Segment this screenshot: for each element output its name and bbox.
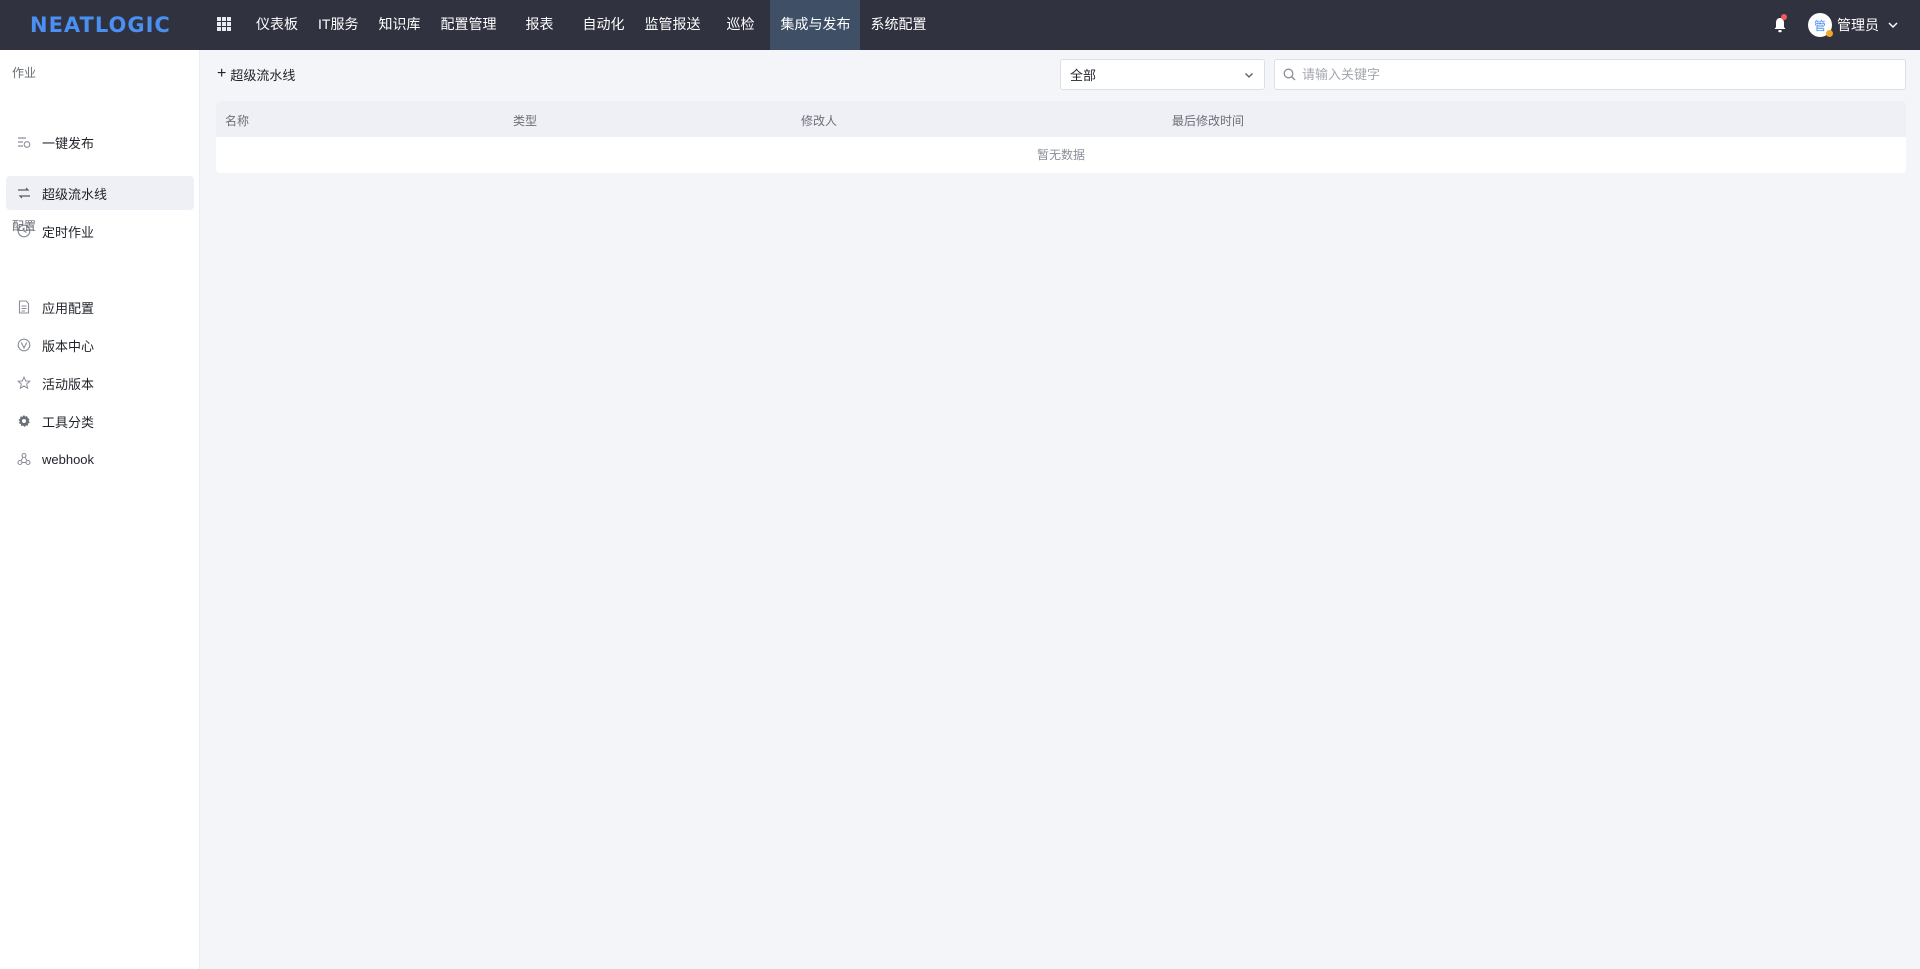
pipeline-table: 名称 类型 修改人 最后修改时间 暂无数据 [216, 101, 1906, 173]
add-super-pipeline-button[interactable]: + 超级流水线 [217, 64, 295, 84]
sidebar-item-label: 活动版本 [42, 376, 95, 392]
search-icon [1283, 68, 1296, 81]
column-header-last-modified: 最后修改时间 [1172, 114, 1245, 128]
user-name: 管理员 [1837, 17, 1879, 33]
sidebar-item-super-pipeline[interactable]: 超级流水线 [6, 176, 194, 210]
nav-item-knowledge[interactable]: 知识库 [368, 0, 430, 50]
nav-item-it-service[interactable]: IT服务 [308, 0, 368, 50]
sidebar-group-title-config: 配置 [12, 219, 37, 233]
nav-item-integration[interactable]: 集成与发布 [770, 0, 861, 50]
nav-item-dashboard[interactable]: 仪表板 [246, 0, 308, 50]
sidebar-group-title-jobs: 作业 [12, 66, 37, 80]
nav-item-system-config[interactable]: 系统配置 [860, 0, 936, 50]
nav-item-inspection[interactable]: 巡检 [710, 0, 770, 50]
sidebar: 作业 一键发布 超级流水线 定时作业 配置 应用配置 版本中心 活动版本 工具分… [0, 50, 200, 969]
sidebar-item-app-config[interactable]: 应用配置 [6, 290, 194, 324]
main-content: + 超级流水线 全部 名称 类型 修改人 最后修改时间 暂无数据 [200, 50, 1920, 969]
chevron-down-icon [1888, 22, 1898, 29]
star-icon [17, 376, 31, 390]
sidebar-item-active-version[interactable]: 活动版本 [6, 366, 194, 400]
sidebar-item-label: webhook [42, 451, 95, 467]
add-button-label: 超级流水线 [230, 67, 296, 83]
sidebar-item-label: 超级流水线 [42, 186, 108, 202]
brand-logo[interactable]: NEATLOGIC [30, 13, 171, 37]
sidebar-item-label: 工具分类 [42, 414, 95, 430]
search-box [1274, 59, 1906, 90]
sidebar-item-label: 定时作业 [42, 224, 95, 240]
user-menu[interactable]: 管 管理员 [1808, 12, 1899, 38]
nav-item-report[interactable]: 报表 [506, 0, 572, 50]
top-navigation-bar: NEATLOGIC 仪表板 IT服务 知识库 配置管理 报表 自动化 监管报送 … [0, 0, 1920, 50]
sidebar-item-version-center[interactable]: 版本中心 [6, 328, 194, 362]
avatar: 管 [1808, 13, 1833, 37]
nav-item-regulatory[interactable]: 监管报送 [634, 0, 710, 50]
nav-item-cmdb[interactable]: 配置管理 [430, 0, 506, 50]
sidebar-item-label: 版本中心 [42, 338, 95, 354]
sidebar-item-label: 一键发布 [42, 135, 95, 151]
version-icon [17, 338, 31, 352]
pipeline-icon [18, 187, 30, 199]
avatar-text: 管 [1813, 18, 1826, 33]
type-filter-select[interactable]: 全部 [1060, 59, 1265, 90]
online-status-dot [1826, 30, 1833, 37]
table-header: 名称 类型 修改人 最后修改时间 [216, 101, 1906, 137]
app-grid-icon[interactable] [217, 17, 231, 31]
notification-dot [1781, 14, 1787, 20]
nav-item-automation[interactable]: 自动化 [572, 0, 634, 50]
column-header-type: 类型 [513, 114, 538, 128]
document-icon [18, 300, 30, 314]
column-header-name: 名称 [225, 114, 250, 128]
list-icon [18, 137, 31, 148]
sidebar-item-webhook[interactable]: webhook [6, 442, 194, 476]
gear-icon [18, 415, 30, 427]
plus-icon: + [217, 65, 227, 82]
type-filter-value: 全部 [1070, 68, 1097, 83]
sidebar-item-label: 应用配置 [42, 300, 95, 316]
sidebar-item-tool-category[interactable]: 工具分类 [6, 404, 194, 438]
search-input[interactable] [1302, 67, 1897, 82]
brand-logo-text: NEATLOGIC [30, 13, 171, 37]
sidebar-item-one-click-release[interactable]: 一键发布 [6, 125, 194, 159]
webhook-icon [17, 452, 31, 466]
empty-state-text: 暂无数据 [1036, 148, 1085, 162]
main-menu: 仪表板 IT服务 知识库 配置管理 报表 自动化 监管报送 巡检 集成与发布 系… [246, 0, 936, 50]
chevron-down-icon [1245, 72, 1253, 78]
column-header-modifier: 修改人 [801, 114, 838, 128]
